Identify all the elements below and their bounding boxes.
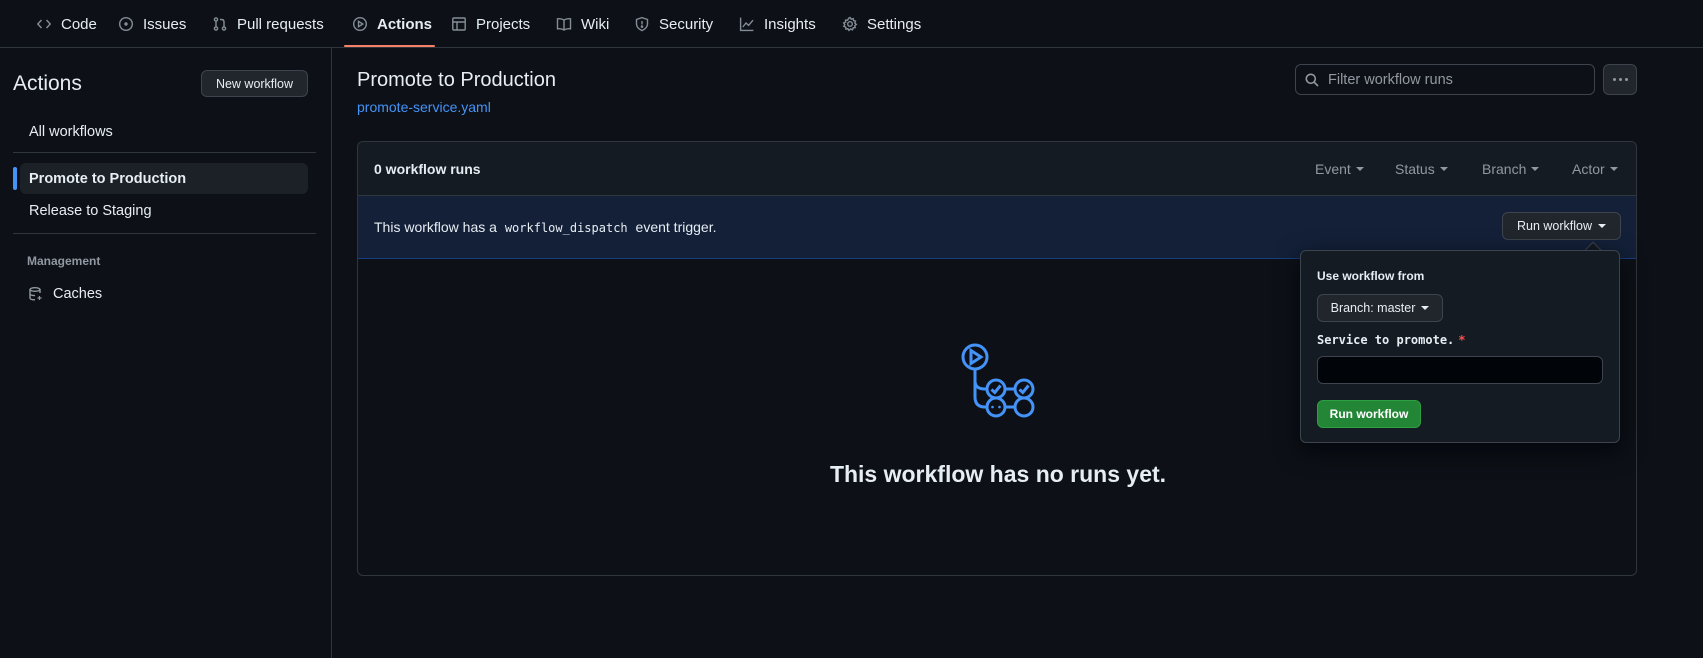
kebab-dot [1624,78,1628,81]
tab-projects-label: Projects [476,15,531,33]
workflows-sidebar: Actions New workflow All workflows Promo… [0,48,332,658]
selected-item-marker [13,167,17,190]
tab-code-label: Code [61,15,97,33]
tab-security-label: Security [659,15,714,33]
workflow-file-link[interactable]: promote-service.yaml [357,99,491,115]
banner-suffix: event trigger. [635,219,717,235]
banner-prefix: This workflow has a [374,219,497,235]
run-workflow-popover: Use workflow from Branch: master Service… [1300,250,1620,443]
new-workflow-button[interactable]: New workflow [201,70,308,97]
caret-down-icon [1439,167,1448,171]
gear-icon [842,16,858,32]
runs-header: 0 workflow runs Event Status Branch Acto… [358,142,1636,196]
status-filter-label: Status [1395,161,1435,177]
tab-insights-label: Insights [764,15,816,33]
caret-down-icon [1421,306,1430,310]
graph-icon [739,17,754,32]
branch-filter-label: Branch [1482,161,1527,177]
sidebar-title: Actions [13,72,82,95]
database-icon [29,286,42,300]
tab-insights[interactable]: Insights [739,0,816,48]
management-heading: Management [27,254,101,268]
sidebar-divider [13,152,316,153]
tab-projects[interactable]: Projects [451,0,530,48]
tab-actions[interactable]: Actions [352,0,432,48]
more-options-button[interactable] [1603,64,1637,95]
service-input-label: Service to promote. * [1317,333,1466,347]
caret-down-icon [1609,167,1618,171]
event-filter-label: Event [1315,161,1351,177]
search-icon [1305,73,1319,87]
active-tab-indicator [344,45,435,47]
caret-down-icon [1531,167,1540,171]
banner-event-code: workflow_dispatch [504,221,628,235]
caches-label: Caches [53,285,103,302]
event-filter-dropdown[interactable]: Event [1315,161,1364,177]
filter-workflow-runs-input[interactable]: Filter workflow runs [1295,64,1595,95]
empty-state-message: This workflow has no runs yet. [829,461,1167,487]
workflow-graph-icon [961,343,1035,418]
tab-settings[interactable]: Settings [842,0,921,48]
tab-settings-label: Settings [867,15,922,33]
branch-select-label: Branch: master [1330,301,1416,315]
run-workflow-submit-button[interactable]: Run workflow [1317,400,1421,428]
tab-wiki[interactable]: Wiki [556,0,609,48]
service-input-label-text: Service to promote. [1317,333,1455,347]
shield-icon [635,16,649,32]
branch-select-button[interactable]: Branch: master [1317,294,1443,322]
book-icon [556,17,572,31]
caret-down-icon [1355,167,1364,171]
kebab-dot [1618,78,1622,81]
play-icon [352,16,368,32]
sidebar-item-all-workflows[interactable]: All workflows [20,116,308,147]
required-mark: * [1458,333,1466,347]
run-workflow-button[interactable]: Run workflow [1502,212,1621,240]
tab-pull-requests-label: Pull requests [237,15,324,33]
run-workflow-label: Run workflow [1516,219,1593,233]
tab-issues[interactable]: Issues [118,0,186,48]
code-icon [36,19,52,29]
tab-actions-label: Actions [377,15,433,33]
use-workflow-from-label: Use workflow from [1317,269,1425,283]
service-to-promote-input[interactable] [1317,356,1603,384]
actor-filter-dropdown[interactable]: Actor [1572,161,1618,177]
sidebar-item-promote-to-production[interactable]: Promote to Production [20,163,308,194]
tab-code[interactable]: Code [36,0,97,48]
runs-count: 0 workflow runs [374,161,481,177]
issue-icon [118,16,134,32]
tab-security[interactable]: Security [634,0,713,48]
repo-nav: Code Issues Pull requests Actions Projec… [0,0,1703,48]
status-filter-dropdown[interactable]: Status [1395,161,1448,177]
pull-request-icon [213,17,227,31]
table-icon [452,17,466,31]
kebab-dot [1612,78,1616,81]
filter-placeholder: Filter workflow runs [1328,71,1453,88]
tab-pull-requests[interactable]: Pull requests [212,0,324,48]
branch-filter-dropdown[interactable]: Branch [1482,161,1540,177]
tab-issues-label: Issues [143,15,187,33]
workflow-title: Promote to Production [357,69,556,91]
actor-filter-label: Actor [1572,161,1605,177]
sidebar-item-release-to-staging[interactable]: Release to Staging [20,195,308,226]
tab-wiki-label: Wiki [581,15,610,33]
caret-down-icon [1598,224,1607,228]
sidebar-divider [13,233,316,234]
banner-message: This workflow has a workflow_dispatch ev… [374,219,716,235]
sidebar-item-caches[interactable]: Caches [20,278,308,309]
